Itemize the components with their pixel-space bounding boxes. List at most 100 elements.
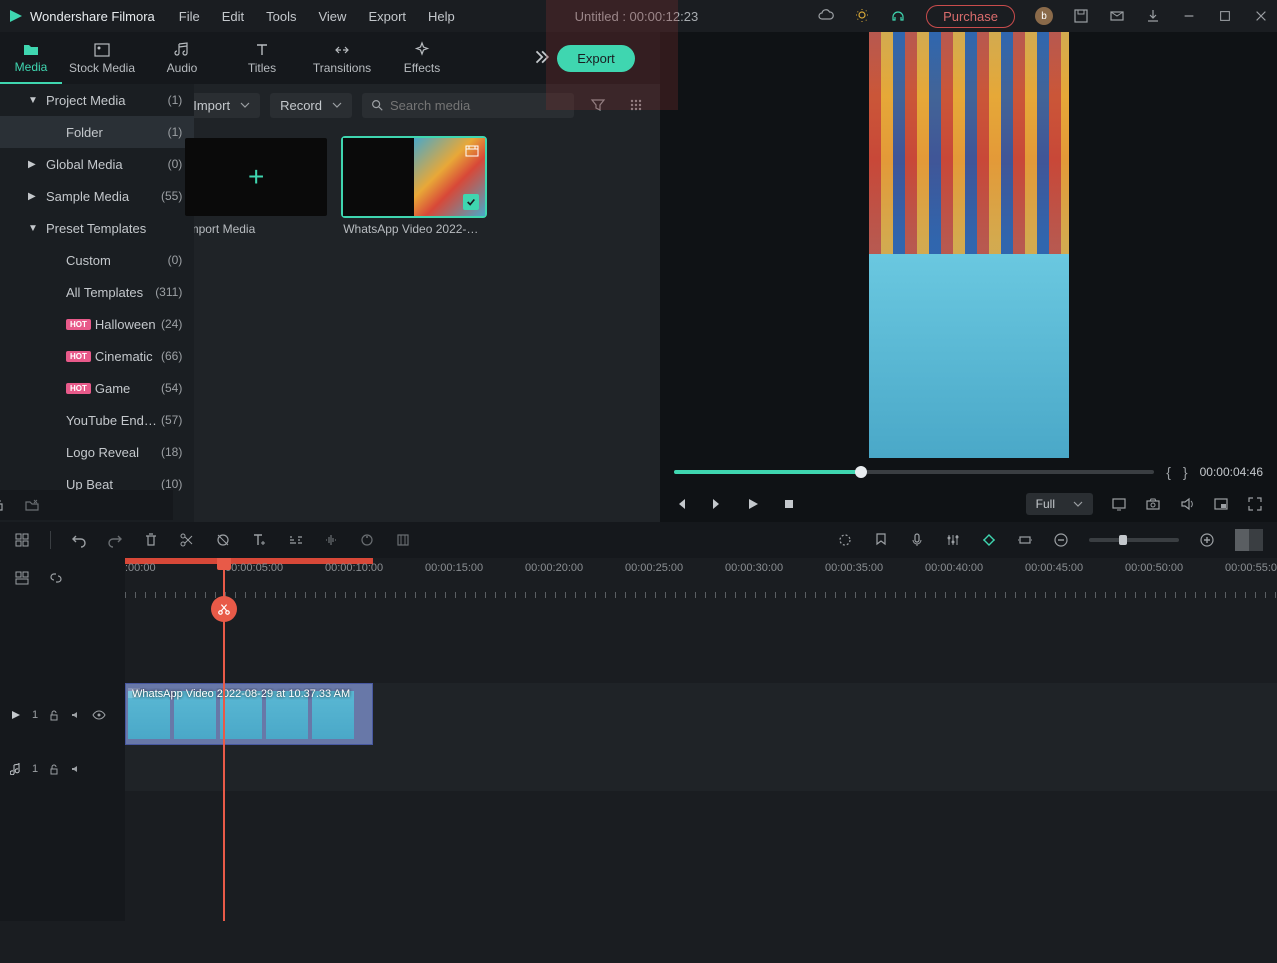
thumb-image[interactable] — [343, 138, 485, 216]
sidebar-item-custom[interactable]: Custom(0) — [0, 244, 194, 276]
playhead[interactable] — [223, 558, 225, 921]
crop-icon[interactable] — [215, 532, 231, 548]
marker-icon[interactable] — [873, 532, 889, 548]
zoom-in-icon[interactable] — [1199, 532, 1215, 548]
tab-titles[interactable]: Titles — [222, 32, 302, 84]
audio-track-icon[interactable] — [10, 763, 22, 775]
search-media-box[interactable] — [362, 93, 574, 118]
user-avatar[interactable]: b — [1035, 7, 1053, 25]
render-icon[interactable] — [837, 532, 853, 548]
lock-icon[interactable] — [48, 709, 60, 721]
tab-stock-media[interactable]: Stock Media — [62, 32, 142, 84]
track-view-toggle[interactable] — [1235, 529, 1263, 551]
playhead-handle[interactable] — [217, 558, 231, 570]
sidebar-item-cinematic[interactable]: HOTCinematic(66) — [0, 340, 194, 372]
scrub-handle[interactable] — [855, 466, 867, 478]
tab-effects[interactable]: Effects — [382, 32, 462, 84]
save-icon[interactable] — [1073, 8, 1089, 24]
audio-mixer-icon[interactable] — [945, 532, 961, 548]
preview-viewport[interactable] — [660, 32, 1277, 458]
pip-icon[interactable] — [1213, 496, 1229, 512]
delete-folder-icon[interactable] — [24, 497, 40, 513]
sidebar-item-preset-templates[interactable]: ▼Preset Templates — [0, 212, 194, 244]
volume-icon[interactable] — [1179, 496, 1195, 512]
visibility-icon[interactable] — [92, 710, 106, 720]
preview-quality-dropdown[interactable]: Full — [1026, 493, 1093, 515]
tab-audio[interactable]: Audio — [142, 32, 222, 84]
new-folder-icon[interactable] — [0, 497, 4, 513]
split-icon[interactable] — [179, 532, 195, 548]
sidebar-item-game[interactable]: HOTGame(54) — [0, 372, 194, 404]
timeline-options-icon[interactable] — [14, 570, 30, 586]
menu-help[interactable]: Help — [428, 9, 455, 24]
cloud-icon[interactable] — [818, 8, 834, 24]
purchase-button[interactable]: Purchase — [926, 5, 1015, 28]
sidebar-item-logo-reveal[interactable]: Logo Reveal(18) — [0, 436, 194, 468]
search-input[interactable] — [390, 98, 566, 113]
grid-view-icon[interactable] — [622, 91, 650, 119]
sidebar-item-sample-media[interactable]: ▶Sample Media(55) — [0, 180, 194, 212]
sidebar-item-youtube-endscr-[interactable]: YouTube Endscr…(57) — [0, 404, 194, 436]
timeline-ruler[interactable]: :00:0000:00:05:0000:00:10:0000:00:15:000… — [125, 558, 1277, 598]
mute-icon[interactable] — [70, 763, 82, 775]
media-thumb[interactable]: WhatsApp Video 2022-… — [343, 138, 485, 236]
close-icon[interactable] — [1253, 8, 1269, 24]
menu-file[interactable]: File — [179, 9, 200, 24]
fit-icon[interactable] — [1017, 532, 1033, 548]
display-settings-icon[interactable] — [1111, 496, 1127, 512]
video-track[interactable]: WhatsApp Video 2022-08-29 at 10.37.33 AM — [125, 683, 1277, 747]
mark-out-icon[interactable]: } — [1183, 464, 1188, 480]
download-icon[interactable] — [1145, 8, 1161, 24]
import-dropdown[interactable]: Import — [183, 93, 260, 118]
split-at-playhead-icon[interactable] — [211, 596, 237, 622]
zoom-handle[interactable] — [1119, 535, 1127, 545]
tab-transitions[interactable]: Transitions — [302, 32, 382, 84]
maximize-icon[interactable] — [1217, 8, 1233, 24]
text-add-icon[interactable] — [251, 532, 267, 548]
menu-view[interactable]: View — [318, 9, 346, 24]
prev-frame-icon[interactable] — [674, 497, 688, 511]
delete-icon[interactable] — [143, 532, 159, 548]
minimize-icon[interactable] — [1181, 8, 1197, 24]
sidebar-item-halloween[interactable]: HOTHalloween(24) — [0, 308, 194, 340]
layout-icon[interactable] — [14, 532, 30, 548]
audio-track[interactable] — [125, 747, 1277, 791]
sidebar-item-global-media[interactable]: ▶Global Media(0) — [0, 148, 194, 180]
lock-icon[interactable] — [48, 763, 60, 775]
preview-scrubber[interactable] — [674, 470, 1154, 474]
filter-icon[interactable] — [584, 91, 612, 119]
fullscreen-icon[interactable] — [1247, 496, 1263, 512]
menu-edit[interactable]: Edit — [222, 9, 244, 24]
mail-icon[interactable] — [1109, 8, 1125, 24]
headphones-icon[interactable] — [890, 8, 906, 24]
tab-media[interactable]: Media — [0, 32, 62, 84]
lightbulb-icon[interactable] — [854, 8, 870, 24]
media-thumb[interactable]: +Import Media — [185, 138, 327, 236]
undo-icon[interactable] — [71, 532, 87, 548]
mute-icon[interactable] — [70, 709, 82, 721]
menu-tools[interactable]: Tools — [266, 9, 296, 24]
video-clip[interactable]: WhatsApp Video 2022-08-29 at 10.37.33 AM — [125, 683, 373, 745]
mark-in-icon[interactable]: { — [1166, 464, 1171, 480]
snapshot-icon[interactable] — [1145, 496, 1161, 512]
export-button[interactable]: Export — [557, 45, 635, 72]
sidebar-item-project-media[interactable]: ▼Project Media(1) — [0, 84, 194, 116]
zoom-slider[interactable] — [1089, 538, 1179, 542]
redo-icon[interactable] — [107, 532, 123, 548]
zoom-out-icon[interactable] — [1053, 532, 1069, 548]
speed-icon[interactable] — [287, 532, 303, 548]
thumb-image[interactable]: + — [185, 138, 327, 216]
green-screen-icon[interactable] — [395, 532, 411, 548]
next-frame-icon[interactable] — [710, 497, 724, 511]
link-icon[interactable] — [48, 570, 64, 586]
voiceover-icon[interactable] — [909, 532, 925, 548]
record-dropdown[interactable]: Record — [270, 93, 352, 118]
sidebar-item-folder[interactable]: Folder(1) — [0, 116, 194, 148]
menu-export[interactable]: Export — [368, 9, 406, 24]
play-icon[interactable] — [746, 497, 760, 511]
sidebar-item-all-templates[interactable]: All Templates(311) — [0, 276, 194, 308]
audio-detach-icon[interactable] — [323, 532, 339, 548]
keyframe-icon[interactable] — [981, 532, 997, 548]
stop-icon[interactable] — [782, 497, 796, 511]
color-icon[interactable] — [359, 532, 375, 548]
